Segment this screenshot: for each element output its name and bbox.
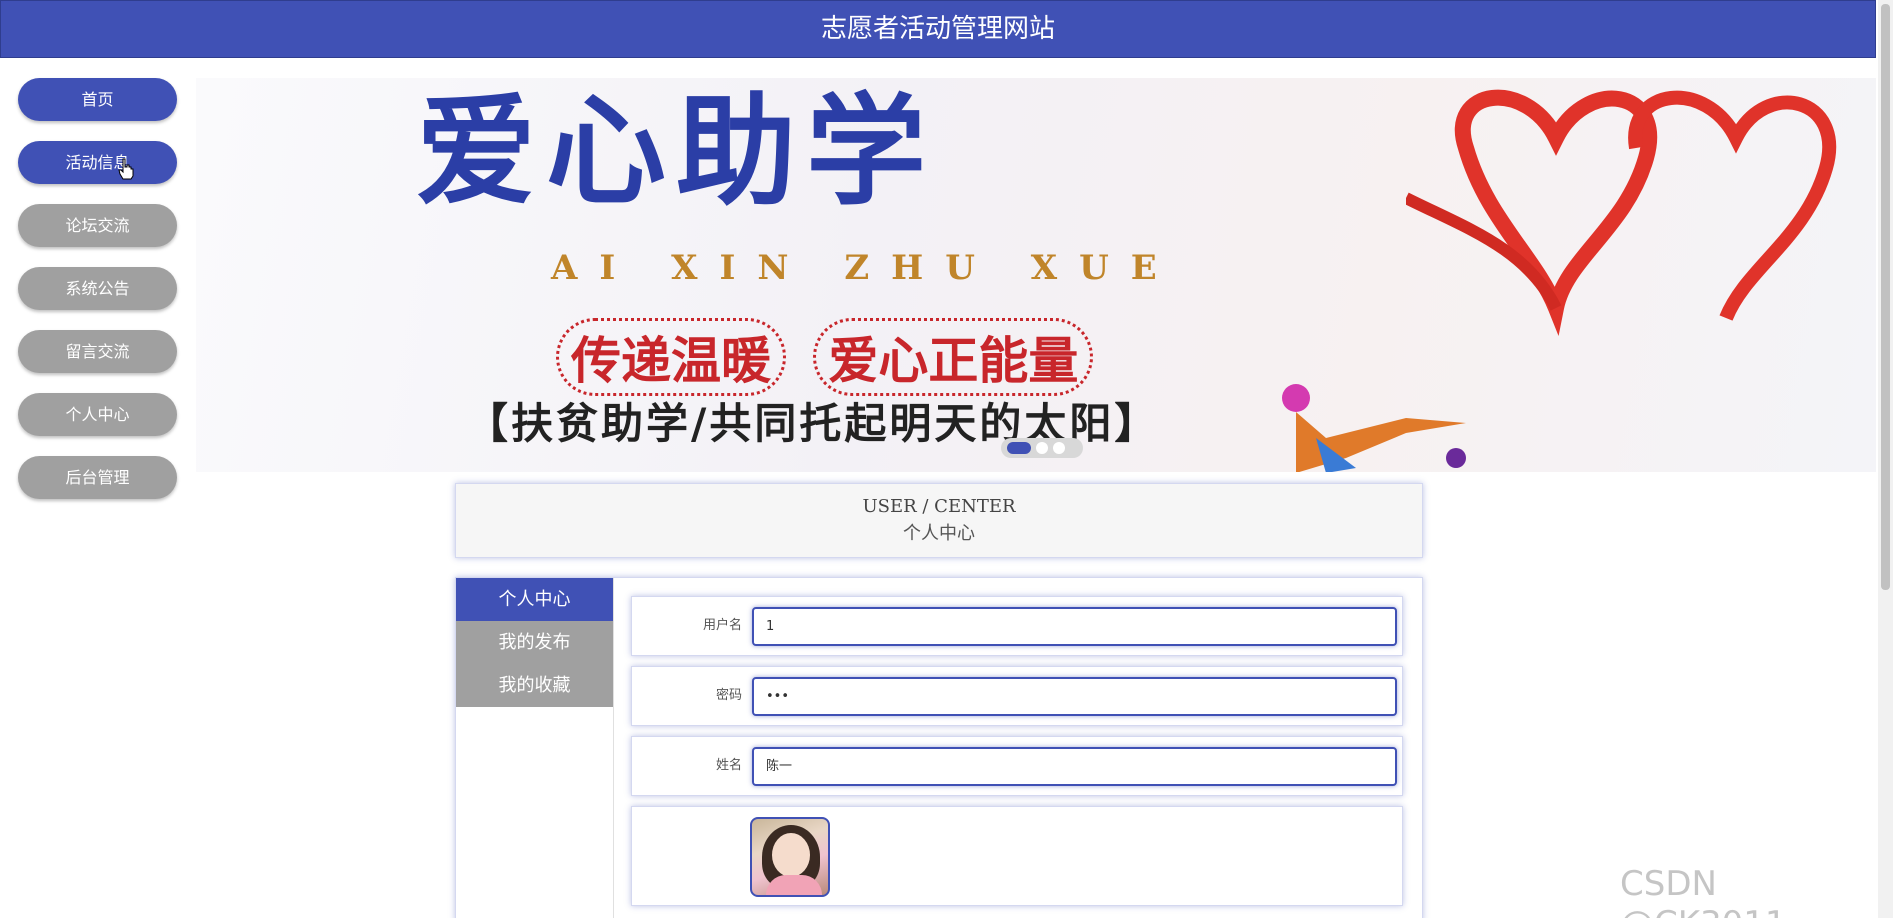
hearts-ribbon-icon xyxy=(1406,89,1837,336)
banner-slogan-part1: 传递温暖 xyxy=(556,318,786,396)
nav-item-user-center[interactable]: 个人中心 xyxy=(18,393,177,436)
watermark: CSDN @CK3011 xyxy=(1620,864,1787,918)
user-center-title-en: USER / CENTER xyxy=(862,496,1016,517)
site-title: 志愿者活动管理网站 xyxy=(820,14,1055,44)
page: 志愿者活动管理网站 首页 活动信息 论坛交流 系统公告 留言交流 个人中心 后台… xyxy=(0,0,1893,918)
tab-my-favorites[interactable]: 我的收藏 xyxy=(456,664,613,707)
avatar-image[interactable] xyxy=(750,817,830,897)
nav-item-announcements[interactable]: 系统公告 xyxy=(18,267,177,310)
nav-item-activities[interactable]: 活动信息 xyxy=(18,141,177,184)
user-center-panel: 个人中心 我的发布 我的收藏 用户名 1 密码 ••• 姓名 陈一 xyxy=(455,577,1423,918)
name-label: 姓名 xyxy=(715,758,742,773)
password-label: 密码 xyxy=(715,688,742,703)
nav-item-forum[interactable]: 论坛交流 xyxy=(18,204,177,247)
banner-headline: 爱心助学 xyxy=(416,81,936,222)
user-center-title-cn: 个人中心 xyxy=(903,523,975,544)
form-row-username: 用户名 1 xyxy=(631,596,1403,656)
password-field[interactable]: ••• xyxy=(752,677,1397,716)
form-row-password: 密码 ••• xyxy=(631,666,1403,726)
user-center-heading: USER / CENTER 个人中心 xyxy=(455,483,1423,558)
carousel-dot-2[interactable] xyxy=(1036,442,1048,454)
vertical-scrollbar[interactable] xyxy=(1878,0,1893,918)
avatar-face xyxy=(772,833,810,877)
site-header: 志愿者活动管理网站 xyxy=(0,0,1876,58)
banner-pinyin: AI XIN ZHU XUE xyxy=(551,248,1179,288)
form-row-avatar xyxy=(631,806,1403,906)
name-field[interactable]: 陈一 xyxy=(752,747,1397,786)
nav-item-home[interactable]: 首页 xyxy=(18,78,177,121)
hand-cursor-icon xyxy=(118,158,134,180)
banner-carousel[interactable]: 爱心助学 AI XIN ZHU XUE 传递温暖 爱心正能量 【扶贫助学/共同托… xyxy=(196,78,1876,472)
carousel-indicators xyxy=(1001,438,1083,458)
tab-my-posts[interactable]: 我的发布 xyxy=(456,621,613,664)
tab-user-center[interactable]: 个人中心 xyxy=(456,578,613,621)
banner-slogan: 传递温暖 爱心正能量 xyxy=(556,318,1103,396)
username-field[interactable]: 1 xyxy=(752,607,1397,646)
runner-figure-icon xyxy=(1282,384,1466,472)
avatar-body xyxy=(766,875,822,895)
sidebar-nav: 首页 活动信息 论坛交流 系统公告 留言交流 个人中心 后台管理 xyxy=(18,78,178,519)
carousel-dot-3[interactable] xyxy=(1053,442,1065,454)
user-center-tabs: 个人中心 我的发布 我的收藏 xyxy=(456,578,614,918)
form-row-name: 姓名 陈一 xyxy=(631,736,1403,796)
nav-item-messages[interactable]: 留言交流 xyxy=(18,330,177,373)
username-label: 用户名 xyxy=(702,618,742,633)
nav-item-admin[interactable]: 后台管理 xyxy=(18,456,177,499)
carousel-dot-1[interactable] xyxy=(1007,442,1031,454)
banner-slogan-part2: 爱心正能量 xyxy=(813,318,1094,396)
scrollbar-thumb[interactable] xyxy=(1881,4,1890,590)
